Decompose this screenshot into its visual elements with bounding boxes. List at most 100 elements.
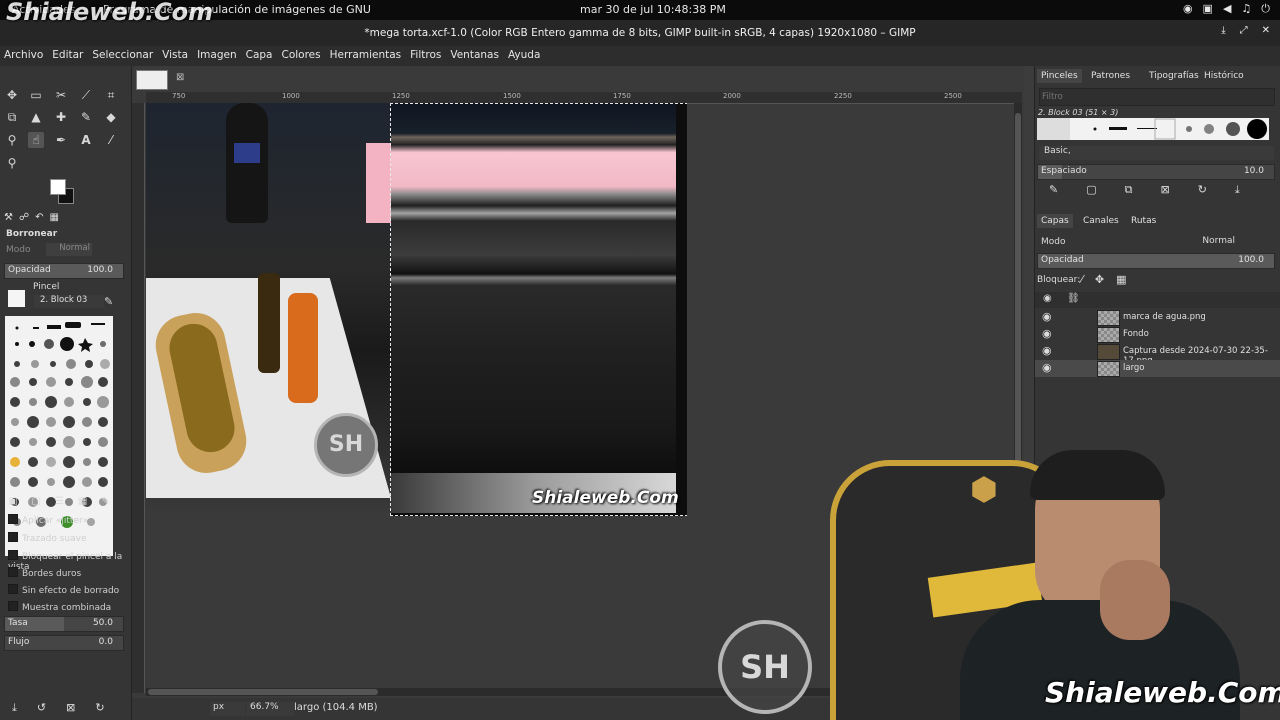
smudge-tool-icon[interactable]: ☝ [28,132,44,148]
tab-tipografias[interactable]: Tipografías [1145,69,1203,83]
refresh-brushes-icon[interactable]: ↻ [1198,183,1207,197]
eye-icon[interactable]: ◉ [1042,310,1052,323]
lock-position-icon[interactable]: ✥ [1095,273,1104,286]
heal-tool-icon[interactable]: ✚ [53,109,69,125]
delete-preset-icon[interactable]: ⊠ [66,701,75,715]
tab-patrones[interactable]: Patrones [1087,69,1134,83]
edit-brush-icon[interactable]: ✎ [104,295,113,308]
clock[interactable]: mar 30 de jul 10:48:38 PM [580,3,726,16]
spacing-slider[interactable]: Espaciado 10.0 [1037,164,1275,180]
brush-tag-select[interactable]: Basic, [1039,146,1274,160]
menu-seleccionar[interactable]: Seleccionar [88,46,158,66]
close-image-tab-icon[interactable]: ⊠ [176,72,184,83]
menu-ventanas[interactable]: Ventanas [446,46,504,66]
eye-icon[interactable]: ◉ [1042,361,1052,374]
brush-view-list-icon[interactable]: ☰ [55,496,64,507]
rate-slider[interactable]: Tasa 50.0 [4,616,124,632]
brush-preview[interactable] [8,290,25,307]
rect-select-icon[interactable]: ▭ [28,87,44,103]
text-tool-icon[interactable]: A [78,132,94,148]
display-icon[interactable]: ▣ [1203,2,1213,16]
menu-archivo[interactable]: Archivo [0,46,48,66]
layer-row[interactable]: ◉ marca de agua.png [1035,309,1280,326]
save-preset-icon[interactable]: ⤓ [12,701,17,715]
brush-strip[interactable] [1037,118,1269,140]
close-window-button[interactable]: ✕ [1262,25,1270,36]
option-hard-edges[interactable]: Bordes duros [8,567,81,579]
transform-tool-icon[interactable]: ⧉ [4,109,20,125]
download-icon[interactable]: ⤓ [1221,25,1225,36]
restore-preset-icon[interactable]: ↺ [37,701,46,715]
menu-herramientas[interactable]: Herramientas [326,46,407,66]
volume-icon[interactable]: ◀ [1223,2,1231,16]
layer-row[interactable]: ◉Captura desde 2024-07-30 22-35-17.png [1035,343,1280,366]
brush-name-field[interactable]: 2. Block 03 [34,295,104,308]
layer-opacity-slider[interactable]: Opacidad 100.0 [1037,253,1275,269]
image-canvas[interactable]: SH Shialeweb.Com [146,103,687,516]
option-no-erase[interactable]: Sin efecto de borrado [8,584,119,596]
zoom-select[interactable]: 66.7% [246,702,294,716]
tab-pinceles[interactable]: Pinceles [1037,69,1082,83]
device-status-tab-icon[interactable]: ☍ [19,212,29,223]
open-brush-icon[interactable]: ⤓ [1235,183,1240,197]
brush-edit-icon[interactable]: ✎ [101,496,109,507]
vertical-scroll-thumb[interactable] [1015,113,1021,473]
lock-pixels-icon[interactable]: ⁄ [1081,273,1083,286]
color-picker-icon[interactable]: ⁄ [103,132,119,148]
horizontal-scroll-thumb[interactable] [148,689,378,695]
zoom-tool-icon[interactable]: ⚲ [4,155,20,171]
crop-tool-icon[interactable]: ⌗ [103,87,119,103]
brush-list-icon[interactable]: ▣ [8,496,17,507]
eye-icon[interactable]: ◉ [1042,344,1052,357]
unit-select[interactable]: px [210,702,245,716]
restore-icon[interactable]: ⤢ [1240,25,1248,36]
paintbrush-icon[interactable]: ✎ [78,109,94,125]
undo-history-tab-icon[interactable]: ↶ [35,212,43,223]
duplicate-brush-icon[interactable]: ⧉ [1125,183,1133,197]
flow-slider[interactable]: Flujo 0.0 [4,635,124,651]
menu-colores[interactable]: Colores [277,46,325,66]
image-tab-thumbnail[interactable] [136,70,168,90]
opacity-slider[interactable]: Opacidad 100.0 [4,263,124,279]
menu-imagen[interactable]: Imagen [193,46,242,66]
fuzzy-select-icon[interactable]: ⟋ [78,87,94,103]
delete-brush-icon[interactable]: ⊠ [1160,183,1169,197]
paths-tool-icon[interactable]: ✒ [53,132,69,148]
power-icon[interactable]: ⏻ [1261,2,1270,16]
eraser-icon[interactable]: ◆ [103,109,119,125]
menu-ayuda[interactable]: Ayuda [504,46,545,66]
brush-view-grid-icon[interactable]: ▦ [78,496,87,507]
clone-tool-icon[interactable]: ⚲ [4,132,20,148]
layer-mode-select[interactable]: Normal [1185,236,1235,246]
tab-historico[interactable]: Histórico [1200,69,1248,83]
menu-filtros[interactable]: Filtros [406,46,446,66]
brush-tag-icon[interactable]: ▢ [31,496,40,507]
tab-canales[interactable]: Canales [1079,214,1123,228]
bucket-fill-icon[interactable]: ▲ [28,109,44,125]
option-jitter[interactable]: Aplicar «jitter» [8,514,88,526]
layer-row[interactable]: ◉ Fondo [1035,326,1280,343]
network-icon[interactable]: ◉ [1183,2,1193,16]
option-sample-merged[interactable]: Muestra combinada [8,601,111,613]
layer-row-selected[interactable]: ◉ largo [1035,360,1280,377]
vertical-ruler[interactable] [132,103,145,693]
reset-icon[interactable]: ↻ [95,701,104,715]
new-brush-icon[interactable]: ▢ [1086,183,1096,197]
menu-capa[interactable]: Capa [242,46,278,66]
tool-options-tab-icon[interactable]: ⚒ [4,212,13,223]
option-smooth-stroke[interactable]: Trazado suave [8,532,86,544]
move-tool-icon[interactable]: ✥ [4,87,20,103]
tab-rutas[interactable]: Rutas [1127,214,1160,228]
menu-editar[interactable]: Editar [48,46,88,66]
edit-brush-right-icon[interactable]: ✎ [1049,183,1058,197]
foreground-color-swatch[interactable] [50,179,66,195]
free-select-icon[interactable]: ✂ [53,87,69,103]
lock-alpha-icon[interactable]: ▦ [1116,273,1126,286]
brush-filter-input[interactable] [1039,88,1275,106]
menu-vista[interactable]: Vista [158,46,193,66]
mode-select[interactable]: Normal [46,243,92,256]
images-tab-icon[interactable]: ▦ [50,212,59,223]
tab-capas[interactable]: Capas [1037,214,1073,228]
eye-icon[interactable]: ◉ [1042,327,1052,340]
mic-icon[interactable]: ♫ [1241,2,1251,16]
